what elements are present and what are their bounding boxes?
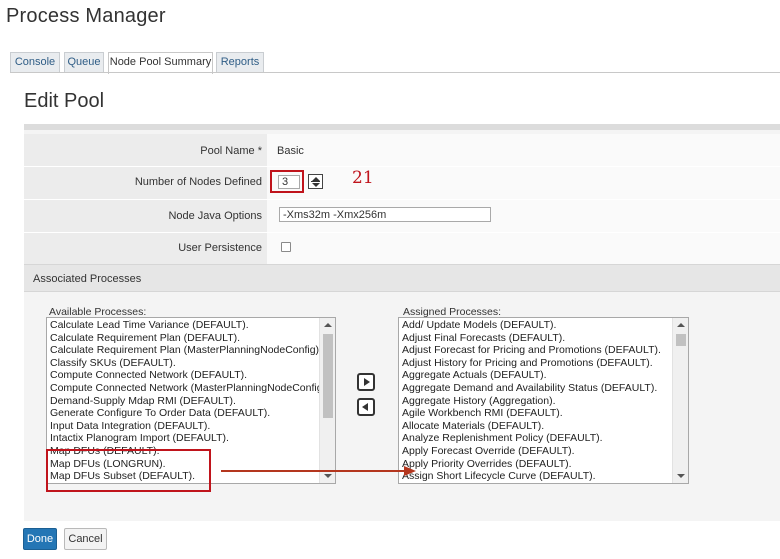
available-list-scrollbar[interactable] xyxy=(319,318,335,483)
list-item[interactable]: Adjust Final Forecasts (DEFAULT). xyxy=(402,332,661,345)
nodes-stepper-icon[interactable] xyxy=(308,174,323,189)
list-item[interactable]: Aggregate Actuals (DEFAULT). xyxy=(402,369,661,382)
nodes-input[interactable] xyxy=(278,175,300,189)
annotation-number: 21 xyxy=(352,168,374,188)
list-item[interactable]: Demand-Supply Mdap RMI (DEFAULT). xyxy=(50,395,329,408)
user-persistence-checkbox[interactable] xyxy=(281,242,291,252)
user-persistence-label: User Persistence xyxy=(178,242,262,254)
user-persistence-row: User Persistence xyxy=(24,233,780,265)
tab-reports[interactable]: Reports xyxy=(216,52,264,73)
scroll-up-icon[interactable] xyxy=(324,323,332,327)
app-title: Process Manager xyxy=(6,5,166,27)
annotation-arrow-icon xyxy=(404,466,416,476)
list-item[interactable]: Calculate Lead Time Variance (DEFAULT). xyxy=(50,319,329,332)
list-item[interactable]: Intactix Planogram Import (DEFAULT). xyxy=(50,432,329,445)
pool-name-value: Basic xyxy=(277,145,304,157)
tab-bar: Console Queue Node Pool Summary Reports xyxy=(10,52,780,74)
list-item[interactable]: Aggregate Demand and Availability Status… xyxy=(402,382,661,395)
nodes-label: Number of Nodes Defined xyxy=(134,176,262,188)
scroll-up-icon[interactable] xyxy=(677,323,685,327)
java-options-input[interactable] xyxy=(279,207,491,222)
arrow-left-icon xyxy=(362,403,368,411)
edit-pool-form: Pool Name * Basic Number of Nodes Define… xyxy=(24,124,780,521)
list-item[interactable]: Agile Workbench RMI (DEFAULT). xyxy=(402,407,661,420)
java-options-label: Node Java Options xyxy=(168,210,262,222)
list-item[interactable]: Adjust Forecast for Pricing and Promotio… xyxy=(402,344,661,357)
list-item[interactable]: Calculate Requirement Plan (DEFAULT). xyxy=(50,332,329,345)
scroll-thumb[interactable] xyxy=(676,334,686,346)
list-item[interactable]: Aggregate History (Aggregation). xyxy=(402,395,661,408)
list-item[interactable]: Classify SKUs (DEFAULT). xyxy=(50,357,329,370)
nodes-row: Number of Nodes Defined xyxy=(24,167,780,199)
list-item[interactable]: Adjust History for Pricing and Promotion… xyxy=(402,357,661,370)
scroll-thumb[interactable] xyxy=(323,334,333,418)
selection-highlight-box xyxy=(46,449,211,492)
list-item[interactable]: Apply Forecast Override (DEFAULT). xyxy=(402,445,661,458)
scroll-down-icon[interactable] xyxy=(677,474,685,478)
list-item[interactable]: Allocate Materials (DEFAULT). xyxy=(402,420,661,433)
cancel-button[interactable]: Cancel xyxy=(64,528,107,550)
tab-queue[interactable]: Queue xyxy=(64,52,104,73)
assigned-processes-list[interactable]: Add/ Update Models (DEFAULT). Adjust Fina… xyxy=(398,317,689,484)
list-item[interactable]: Compute Connected Network (MasterPlannin… xyxy=(50,382,329,395)
assigned-list-scrollbar[interactable] xyxy=(672,318,688,483)
pool-name-row: Pool Name * Basic xyxy=(24,134,780,166)
associated-processes-header: Associated Processes xyxy=(24,264,780,292)
page-title: Edit Pool xyxy=(24,90,105,112)
annotation-arrow-line xyxy=(221,470,406,472)
scroll-down-icon[interactable] xyxy=(324,474,332,478)
list-item[interactable]: Calculate Requirement Plan (MasterPlanni… xyxy=(50,344,329,357)
pool-name-label: Pool Name * xyxy=(200,145,262,157)
list-item[interactable]: Apply Priority Overrides (DEFAULT). xyxy=(402,458,661,471)
tab-console[interactable]: Console xyxy=(10,52,60,73)
move-right-button[interactable] xyxy=(357,373,375,391)
list-item[interactable]: Compute Connected Network (DEFAULT). xyxy=(50,369,329,382)
list-item[interactable]: Generate Configure To Order Data (DEFAUL… xyxy=(50,407,329,420)
list-item[interactable]: Add/ Update Models (DEFAULT). xyxy=(402,319,661,332)
tab-divider xyxy=(10,72,780,73)
tab-node-pool-summary[interactable]: Node Pool Summary xyxy=(108,52,213,74)
done-button[interactable]: Done xyxy=(23,528,57,550)
arrow-right-icon xyxy=(364,378,370,386)
list-item[interactable]: Analyze Replenishment Policy (DEFAULT). xyxy=(402,432,661,445)
list-item[interactable]: Assign Short Lifecycle Curve (DEFAULT). xyxy=(402,470,661,483)
move-left-button[interactable] xyxy=(357,398,375,416)
list-item[interactable]: Input Data Integration (DEFAULT). xyxy=(50,420,329,433)
associated-processes-title: Associated Processes xyxy=(33,273,142,285)
